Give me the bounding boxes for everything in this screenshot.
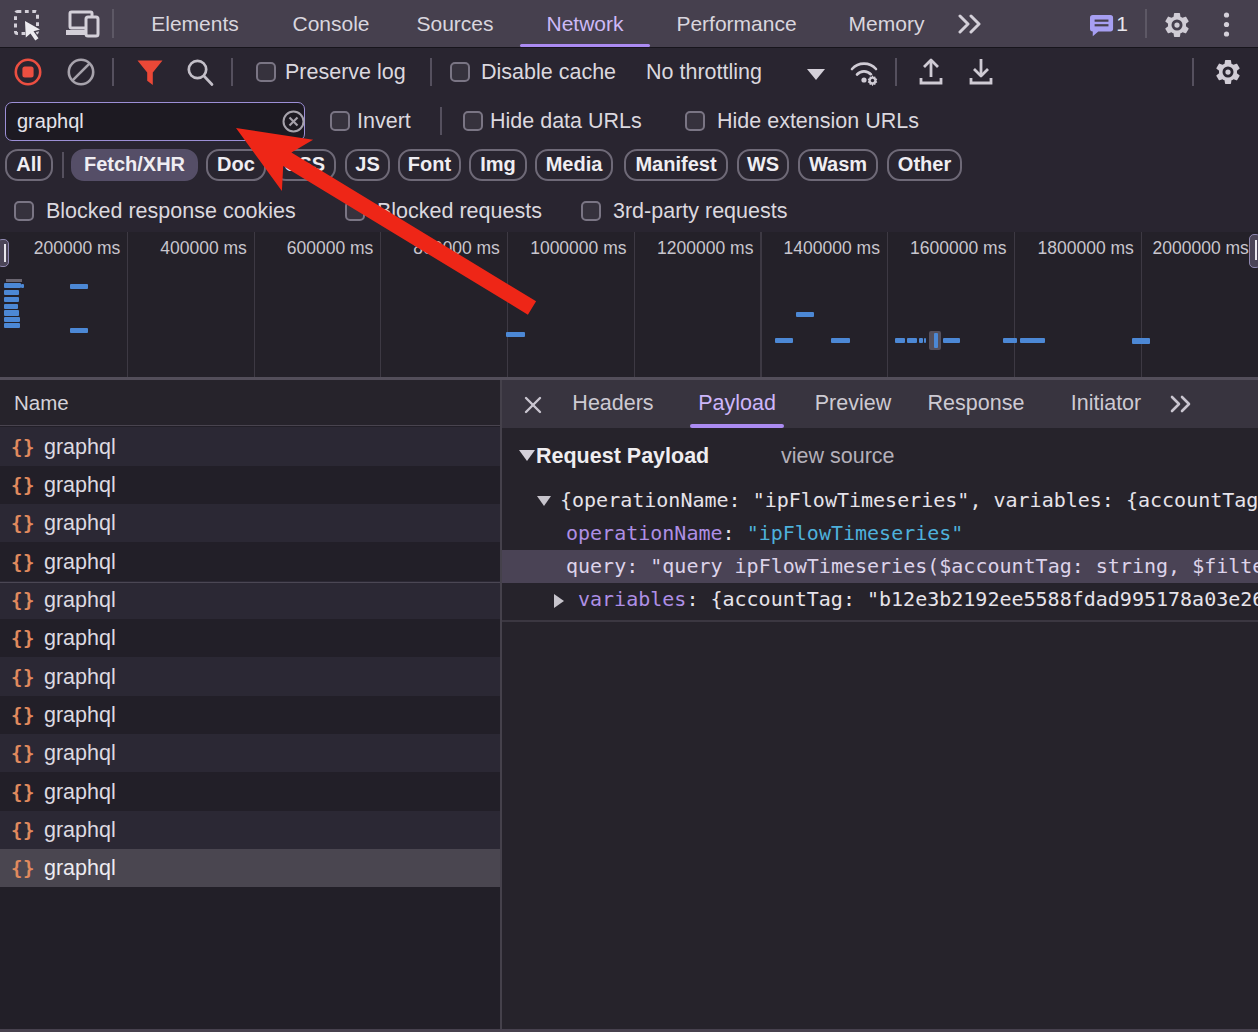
req-5[interactable]: {}graphql — [0, 581, 500, 619]
tab-network[interactable]: Network — [520, 0, 650, 47]
blocked-row: Blocked response cookies Blocked request… — [0, 190, 1258, 233]
rows: {}graphql {}graphql {}graphql {}graphql … — [0, 427, 500, 887]
pill-media[interactable]: Media — [535, 149, 613, 181]
blocked-cookies-cb[interactable] — [14, 201, 34, 221]
net-conditions — [848, 59, 880, 86]
more-tabs — [957, 14, 987, 34]
pill-manifest[interactable]: Manifest — [624, 149, 728, 181]
clear-btn[interactable] — [67, 58, 95, 86]
menu-dots — [1221, 11, 1232, 38]
preserve-log-cb[interactable] — [256, 62, 276, 82]
req-11[interactable]: {}graphql — [0, 811, 500, 849]
req-12-selected[interactable]: {}graphql — [0, 849, 500, 887]
blocked-requests: Blocked requests — [377, 197, 542, 225]
req-1[interactable]: {}graphql — [0, 427, 500, 465]
json-variables: variables: {accountTag: "b12e3b2192ee558… — [502, 583, 1258, 616]
pill-css[interactable]: CSS — [273, 149, 336, 181]
record-btn[interactable] — [14, 58, 42, 86]
dtab-headers[interactable]: Headers — [563, 380, 663, 428]
req-10[interactable]: {}graphql — [0, 772, 500, 810]
thirdparty-cb[interactable] — [581, 201, 601, 221]
export-har[interactable] — [967, 57, 995, 87]
main-toolbar: Elements Console Sources Network Perform… — [0, 0, 1258, 48]
pill-other[interactable]: Other — [887, 149, 962, 181]
pill-img[interactable]: Img — [469, 149, 527, 181]
pill-doc[interactable]: Doc — [206, 149, 266, 181]
pill-js[interactable]: JS — [345, 149, 390, 181]
req-6[interactable]: {}graphql — [0, 619, 500, 657]
json-query: query: "query ipFlowTimeseries($accountT… — [502, 550, 1258, 583]
clear-filter[interactable] — [282, 110, 305, 133]
pill-fetch[interactable]: Fetch/XHR — [71, 149, 198, 181]
req-9[interactable]: {}graphql — [0, 734, 500, 772]
payload-content: Request Payload view source {operationNa… — [502, 428, 1258, 1028]
req-4[interactable]: {}graphql — [0, 542, 500, 580]
request-payload-title: Request Payload — [536, 436, 709, 476]
dtab-payload[interactable]: Payload — [690, 380, 784, 428]
disable-cache: Disable cache — [481, 58, 616, 86]
view-source[interactable]: view source — [781, 436, 895, 476]
dtab-preview[interactable]: Preview — [808, 380, 898, 428]
filter-btn[interactable] — [136, 59, 164, 86]
filter-pills: All Fetch/XHR Doc CSS JS Font Img Media … — [0, 146, 1258, 190]
close-details[interactable] — [524, 396, 542, 414]
details-panel: Headers Payload Preview Response Initiat… — [502, 380, 1258, 1030]
settings-icon[interactable] — [1162, 10, 1192, 40]
inspect-icon — [13, 9, 47, 41]
overview-handle-right — [1249, 234, 1258, 268]
req-3[interactable]: {}graphql — [0, 504, 500, 542]
tab-memory[interactable]: Memory — [841, 0, 932, 47]
invert-cb[interactable] — [330, 111, 350, 131]
import-har[interactable] — [917, 57, 945, 87]
filter-input[interactable]: graphql — [5, 102, 305, 141]
hide-ext-cb[interactable] — [685, 111, 705, 131]
thirdparty: 3rd-party requests — [613, 197, 787, 225]
device-icon — [64, 9, 104, 39]
blocked-requests-cb[interactable] — [345, 201, 365, 221]
tab-elements[interactable]: Elements — [140, 0, 250, 47]
json-root: {operationName: "ipFlowTimeseries", vari… — [502, 484, 1258, 517]
pill-font[interactable]: Font — [398, 149, 461, 181]
search-btn[interactable] — [185, 58, 215, 87]
req-7[interactable]: {}graphql — [0, 657, 500, 695]
network-toolbar: Preserve log Disable cache No throttling — [0, 48, 1258, 96]
filter-bar: graphql Invert Hide data URLs Hide exten… — [0, 96, 1258, 146]
dtab-response[interactable]: Response — [922, 380, 1030, 428]
more-dtabs — [1170, 395, 1196, 413]
pill-ws[interactable]: WS — [737, 149, 789, 181]
tab-sources[interactable]: Sources — [400, 0, 510, 47]
hide-data-cb[interactable] — [463, 111, 483, 131]
blocked-cookies: Blocked response cookies — [46, 197, 296, 225]
tab-console[interactable]: Console — [276, 0, 386, 47]
col-name-header: Name — [0, 380, 500, 427]
req-2[interactable]: {}graphql — [0, 466, 500, 504]
hide-data: Hide data URLs — [490, 107, 642, 135]
timeline-overview: 200000 ms 400000 ms 600000 ms 800000 ms … — [0, 232, 1258, 380]
invert: Invert — [357, 107, 411, 135]
dtab-initiator[interactable]: Initiator — [1060, 380, 1152, 428]
tab-performance[interactable]: Performance — [671, 0, 802, 47]
hide-ext: Hide extension URLs — [717, 107, 919, 135]
disable-cache-cb[interactable] — [450, 62, 470, 82]
pill-all[interactable]: All — [5, 149, 53, 181]
devtools-network-panel: Elements Console Sources Network Perform… — [0, 0, 1258, 1032]
pill-wasm[interactable]: Wasm — [798, 149, 878, 181]
requests-table: Name {}graphql {}graphql {}graphql {}gra… — [0, 380, 500, 1030]
net-settings[interactable] — [1213, 57, 1243, 87]
preserve-log: Preserve log — [285, 58, 406, 86]
req-8[interactable]: {}graphql — [0, 696, 500, 734]
details-tabs: Headers Payload Preview Response Initiat… — [502, 380, 1258, 428]
json-operation: operationName: "ipFlowTimeseries" — [502, 517, 1258, 550]
throttling[interactable]: No throttling — [646, 58, 762, 86]
